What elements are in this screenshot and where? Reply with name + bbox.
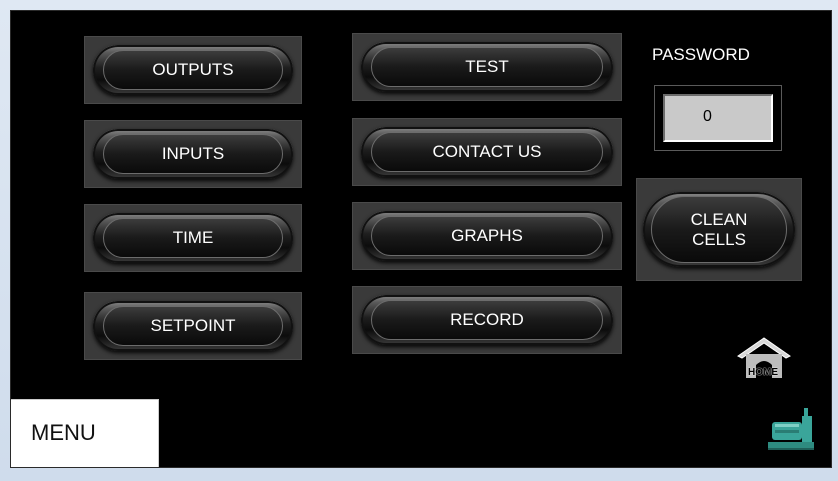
contact-us-button[interactable]: CONTACT US <box>361 127 613 177</box>
window-frame: OUTPUTS INPUTS TIME SETPOINT TEST CONTAC… <box>0 0 838 481</box>
setpoint-button[interactable]: SETPOINT <box>93 301 293 351</box>
pump-machine-icon[interactable] <box>766 404 816 454</box>
time-button[interactable]: TIME <box>93 213 293 263</box>
test-button-label: TEST <box>465 57 509 76</box>
home-label: HOME <box>748 367 778 378</box>
clean-cells-button[interactable]: CLEAN CELLS <box>643 192 795 267</box>
graphs-button[interactable]: GRAPHS <box>361 211 613 261</box>
time-button-label: TIME <box>172 228 214 247</box>
setpoint-button-label: SETPOINT <box>150 316 236 335</box>
test-button-panel: TEST <box>352 33 622 101</box>
contact-us-button-panel: CONTACT US <box>352 118 622 186</box>
record-button[interactable]: RECORD <box>361 295 613 345</box>
clean-cells-button-label: CLEAN CELLS <box>690 209 748 249</box>
inputs-button[interactable]: INPUTS <box>93 129 293 179</box>
hmi-screen: OUTPUTS INPUTS TIME SETPOINT TEST CONTAC… <box>10 10 832 468</box>
time-button-panel: TIME <box>84 204 302 272</box>
inputs-button-label: INPUTS <box>161 144 225 163</box>
outputs-button[interactable]: OUTPUTS <box>93 45 293 95</box>
password-label: PASSWORD <box>652 45 750 64</box>
clean-cells-button-panel: CLEAN CELLS <box>636 178 802 281</box>
password-box: 0 <box>654 85 782 151</box>
contact-us-button-label: CONTACT US <box>432 142 542 161</box>
record-button-panel: RECORD <box>352 286 622 354</box>
inputs-button-panel: INPUTS <box>84 120 302 188</box>
test-button[interactable]: TEST <box>361 42 613 92</box>
graphs-button-panel: GRAPHS <box>352 202 622 270</box>
outputs-button-panel: OUTPUTS <box>84 36 302 104</box>
outputs-button-label: OUTPUTS <box>152 60 234 79</box>
password-input[interactable]: 0 <box>663 94 773 142</box>
record-button-label: RECORD <box>450 310 524 329</box>
graphs-button-label: GRAPHS <box>451 226 523 245</box>
menu-tab[interactable]: MENU <box>11 399 159 467</box>
setpoint-button-panel: SETPOINT <box>84 292 302 360</box>
